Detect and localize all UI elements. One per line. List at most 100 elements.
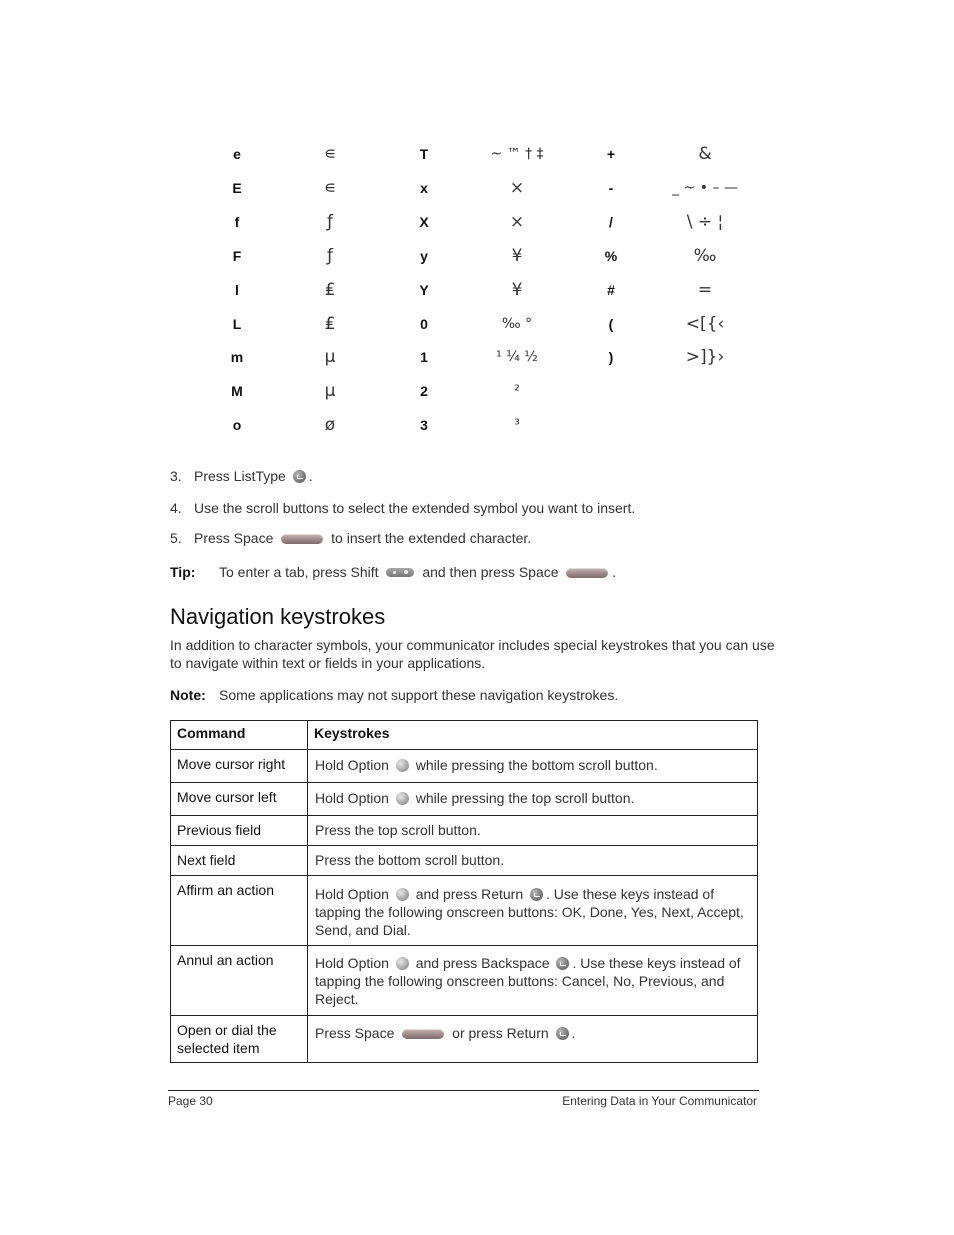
extended-chars: = (697, 280, 713, 300)
extended-chars: µ (324, 347, 336, 367)
table-header-row: Command Keystrokes (170, 720, 758, 750)
space-key-icon (566, 568, 609, 578)
key-char: + (606, 146, 616, 162)
symbol-row: l ₤ Y ¥ # = (0, 280, 954, 314)
page-number: Page 30 (168, 1094, 213, 1108)
keystroke-text: Press the top scroll button. (315, 822, 481, 838)
step-text: to insert the extended character. (331, 530, 532, 546)
tip-text: To enter a tab, press Shift (219, 564, 379, 580)
extended-chars: ³ (514, 417, 520, 433)
command-cell: Move cursor right (170, 749, 308, 783)
extended-chars: <[{‹ (685, 314, 725, 334)
intro-line: to navigate within text or fields in you… (170, 655, 486, 671)
key-char: ) (608, 349, 614, 365)
keystroke-text: while pressing the top scroll button. (415, 790, 635, 806)
symbol-row: F ƒ y ¥ % ‰ (0, 246, 954, 280)
symbol-row: E ∊ x × - _ ~ • – — (0, 178, 954, 212)
keystroke-text: and press Backspace (415, 955, 550, 971)
extended-chars: \ ÷ ¦ (686, 212, 724, 232)
keystroke-text: Hold Option (315, 757, 389, 773)
extended-chars: ‰ ° (501, 316, 533, 332)
extended-chars: ø (324, 415, 336, 435)
symbol-row: f ƒ X × / \ ÷ ¦ (0, 212, 954, 246)
tip: Tip: To enter a tab, press Shift and then… (170, 563, 616, 581)
key-char: o (232, 417, 242, 433)
key-char: 2 (420, 383, 428, 399)
extended-chars: ¹ ¼ ½ (496, 349, 538, 365)
extended-chars: ~ ™ † ‡ (490, 146, 544, 162)
keystroke-text: Hold Option (315, 886, 389, 902)
extended-chars: × (509, 178, 525, 198)
option-key-icon (395, 957, 409, 970)
intro-line: In addition to character symbols, your c… (170, 637, 775, 653)
symbol-row: L ₤ 0 ‰ ° ( <[{‹ (0, 314, 954, 348)
symbol-row: e ∊ T ~ ™ † ‡ + & (0, 144, 954, 178)
listtype-key-icon (292, 470, 306, 483)
key-char: f (234, 214, 240, 230)
extended-chars: ƒ (327, 246, 333, 266)
keystroke-text: while pressing the bottom scroll button. (415, 757, 658, 773)
tip-label: Tip: (170, 564, 196, 580)
keystroke-text: or press Return (452, 1025, 549, 1041)
extended-chars: _ ~ • – — (672, 180, 738, 196)
symbol-row: m µ 1 ¹ ¼ ½ ) >]}› (0, 347, 954, 381)
return-key-icon (555, 1027, 569, 1040)
step-3: 3. Press ListType . (170, 467, 313, 485)
section-intro: In addition to character symbols, your c… (170, 636, 775, 672)
keystrokes-cell: Press the bottom scroll button. (307, 845, 758, 876)
key-char: 1 (420, 349, 428, 365)
return-key-icon (530, 888, 544, 901)
keystroke-text: and press Return (415, 886, 524, 902)
keystrokes-cell: Hold Option and press Backspace . Use th… (307, 945, 758, 1016)
keystrokes-cell: Press the top scroll button. (307, 815, 758, 846)
keystrokes-cell: Hold Option while pressing the top scrol… (307, 782, 758, 816)
key-char: M (231, 383, 243, 399)
option-key-icon (395, 888, 409, 901)
keystroke-text: . (571, 1025, 576, 1041)
step-4: 4. Use the scroll buttons to select the e… (170, 499, 635, 517)
space-key-icon (402, 1029, 445, 1039)
extended-chars: ² (514, 383, 520, 399)
footer-divider (168, 1090, 759, 1091)
key-char: / (609, 214, 613, 230)
key-char: Y (419, 282, 429, 298)
keystroke-text: Hold Option (315, 955, 389, 971)
extended-chars: ƒ (327, 212, 333, 232)
keystrokes-cell: Hold Option while pressing the bottom sc… (307, 749, 758, 783)
note: Note: Some applications may not support t… (170, 686, 618, 704)
extended-chars: ¥ (511, 246, 523, 266)
step-text: Press Space (194, 530, 274, 546)
tip-text: and then press Space (422, 564, 559, 580)
step-number: 3. (170, 468, 182, 484)
key-char: e (233, 146, 241, 162)
note-label: Note: (170, 687, 206, 703)
table-row: Next field Press the bottom scroll butto… (170, 845, 758, 876)
step-text: Press ListType (194, 468, 286, 484)
key-char: 3 (420, 417, 428, 433)
keystrokes-cell: Press Space or press Return . (307, 1015, 758, 1063)
symbol-row: o ø 3 ³ (0, 415, 954, 449)
extended-chars: >]}› (685, 347, 725, 367)
step-text: . (308, 468, 313, 484)
table-row: Annul an action Hold Option and press Ba… (170, 945, 758, 1016)
extended-chars: ‰ (693, 246, 717, 266)
command-cell: Move cursor left (170, 782, 308, 816)
step-number: 4. (170, 500, 182, 516)
extended-chars: µ (324, 381, 336, 401)
option-key-icon (395, 759, 409, 772)
key-char: 0 (420, 316, 428, 332)
section-title: Navigation keystrokes (170, 604, 386, 629)
step-text: Use the scroll buttons to select the ext… (194, 500, 636, 516)
extended-chars: & (698, 144, 712, 164)
key-char: X (419, 214, 429, 230)
key-char: - (608, 180, 614, 196)
column-header-command: Command (170, 720, 308, 750)
backspace-key-icon (556, 957, 570, 970)
symbol-row: M µ 2 ² (0, 381, 954, 415)
note-text: Some applications may not support these … (219, 687, 619, 703)
step-number: 5. (170, 530, 182, 546)
keystroke-text: Hold Option (315, 790, 389, 806)
keystrokes-cell: Hold Option and press Return . Use these… (307, 875, 758, 946)
table-row: Move cursor left Hold Option while press… (170, 782, 758, 816)
extended-chars: ¥ (511, 280, 523, 300)
